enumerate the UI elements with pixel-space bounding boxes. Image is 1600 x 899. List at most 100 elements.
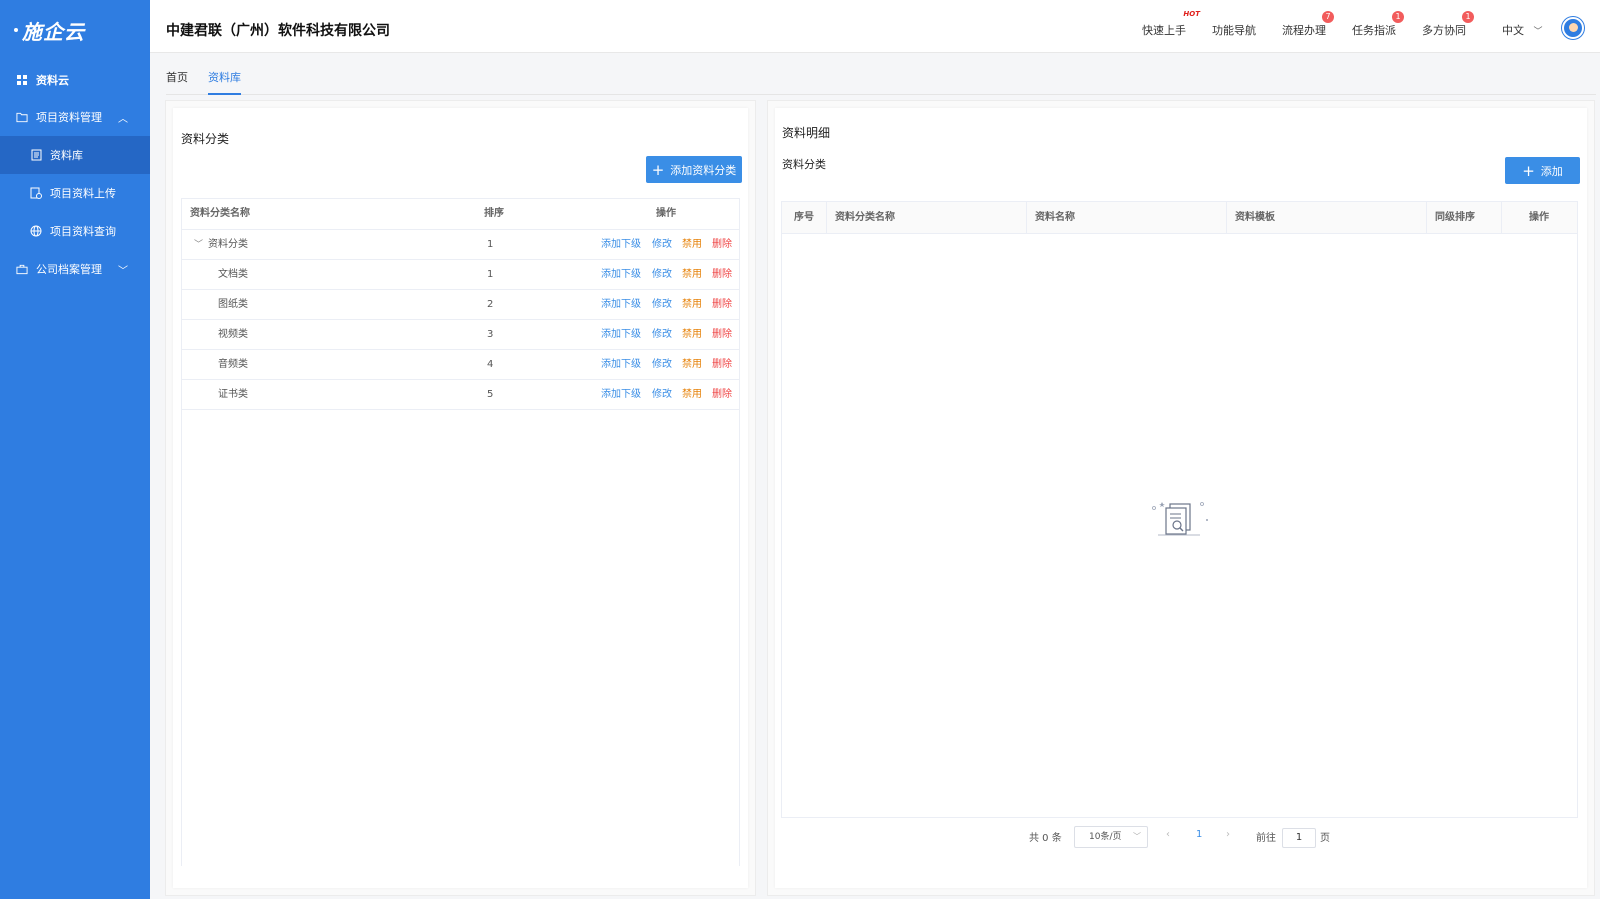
chevron-up-icon: ︿ xyxy=(118,113,128,125)
edit-link[interactable]: 修改 xyxy=(652,260,672,290)
add-child-link[interactable]: 添加下级 xyxy=(601,290,641,320)
table-row: ﹀ 资料分类 1 添加下级 修改 禁用 删除 xyxy=(182,230,739,260)
company-name: 中建君联（广州）软件科技有限公司 xyxy=(166,23,390,39)
add-button[interactable]: + 添加 xyxy=(1505,157,1580,184)
disable-link[interactable]: 禁用 xyxy=(682,260,702,290)
plus-icon: + xyxy=(1522,161,1535,180)
goto-page-input[interactable]: 1 xyxy=(1282,828,1316,848)
edit-link[interactable]: 修改 xyxy=(652,380,672,410)
add-child-link[interactable]: 添加下级 xyxy=(601,320,641,350)
sidebar-item-query[interactable]: 项目资料查询 xyxy=(0,212,150,250)
grid-icon xyxy=(16,74,28,86)
nav-quick-start[interactable]: 快速上手 HOT xyxy=(1142,10,1200,38)
nav-label: 任务指派 xyxy=(1352,24,1396,37)
next-page-icon[interactable]: › xyxy=(1226,829,1230,840)
language-label: 中文 xyxy=(1502,24,1524,37)
table-row: 图纸类 2 添加下级 修改 禁用 删除 xyxy=(182,290,739,320)
add-category-button[interactable]: + 添加资料分类 xyxy=(646,156,742,183)
disable-link[interactable]: 禁用 xyxy=(682,290,702,320)
sidebar-item-upload[interactable]: 项目资料上传 xyxy=(0,174,150,212)
nav-task-assign[interactable]: 任务指派 1 xyxy=(1352,11,1404,38)
sidebar-item-label: 公司档案管理 xyxy=(36,263,102,276)
sidebar-item-library[interactable]: 资料库 xyxy=(0,136,150,174)
document-icon xyxy=(30,149,42,161)
category-name: 音频类 xyxy=(218,359,248,370)
category-panel-title: 资料分类 xyxy=(181,132,230,146)
add-child-link[interactable]: 添加下级 xyxy=(601,260,641,290)
table-row: 视频类 3 添加下级 修改 禁用 删除 xyxy=(182,320,739,350)
edit-link[interactable]: 修改 xyxy=(652,320,672,350)
disable-link[interactable]: 禁用 xyxy=(682,230,702,260)
delete-link[interactable]: 删除 xyxy=(712,230,732,260)
delete-link[interactable]: 删除 xyxy=(712,290,732,320)
category-name: 视频类 xyxy=(218,329,248,340)
language-select[interactable]: 中文 ﹀ xyxy=(1502,22,1543,38)
category-name: 文档类 xyxy=(218,269,248,280)
logo[interactable]: 施企云 xyxy=(0,0,150,60)
page-suffix: 页 xyxy=(1320,833,1330,844)
tab-home[interactable]: 首页 xyxy=(166,69,188,95)
table-row: 音频类 4 添加下级 修改 禁用 删除 xyxy=(182,350,739,380)
category-order: 5 xyxy=(487,389,494,400)
page-size-select[interactable]: 10条/页 ﹀ xyxy=(1074,826,1148,848)
nav-collaboration[interactable]: 多方协同 1 xyxy=(1422,11,1474,38)
category-order: 1 xyxy=(487,239,494,250)
col-header: 操作 xyxy=(1529,212,1549,223)
category-order: 2 xyxy=(487,299,494,310)
chevron-down-icon: ﹀ xyxy=(118,265,128,277)
category-name: 图纸类 xyxy=(218,299,248,310)
col-header: 资料名称 xyxy=(1027,202,1227,234)
disable-link[interactable]: 禁用 xyxy=(682,320,702,350)
chevron-down-icon: ﹀ xyxy=(1533,27,1543,37)
folder-icon xyxy=(16,111,28,123)
count-badge: 1 xyxy=(1462,11,1474,23)
sidebar-item-company-archive[interactable]: 公司档案管理 ﹀ xyxy=(0,250,150,288)
col-header: 资料分类名称 xyxy=(827,202,1027,234)
add-child-link[interactable]: 添加下级 xyxy=(601,380,641,410)
tab-library[interactable]: 资料库 xyxy=(208,69,241,95)
sidebar-item-label: 项目资料管理 xyxy=(36,111,102,124)
disable-link[interactable]: 禁用 xyxy=(682,380,702,410)
add-child-link[interactable]: 添加下级 xyxy=(601,230,641,260)
delete-link[interactable]: 删除 xyxy=(712,320,732,350)
col-header: 同级排序 xyxy=(1427,202,1502,234)
tab-bar: 首页 资料库 xyxy=(166,69,1596,95)
button-label: 添加资料分类 xyxy=(670,163,737,177)
sidebar: 施企云 资料云 项目资料管理 ︿ 资料库 项目资料上传 项目资料查询 公司档案管… xyxy=(0,0,150,899)
category-order: 1 xyxy=(487,269,494,280)
logo-dot xyxy=(14,28,18,32)
delete-link[interactable]: 删除 xyxy=(712,380,732,410)
add-child-link[interactable]: 添加下级 xyxy=(601,350,641,380)
edit-link[interactable]: 修改 xyxy=(652,230,672,260)
col-header: 序号 xyxy=(782,202,827,234)
col-header: 排序 xyxy=(484,208,504,219)
col-header: 操作 xyxy=(656,208,676,219)
logo-text: 施企云 xyxy=(22,19,85,44)
chevron-down-icon: ﹀ xyxy=(1133,832,1141,841)
disable-link[interactable]: 禁用 xyxy=(682,350,702,380)
detail-panel-subtitle: 资料分类 xyxy=(782,158,826,171)
sidebar-item-label: 资料库 xyxy=(50,149,83,162)
category-table: 资料分类名称 排序 操作 ﹀ 资料分类 1 添加下级 修改 禁用 删除 文档类 1 添加下级 修改禁… xyxy=(181,198,740,866)
delete-link[interactable]: 删除 xyxy=(712,350,732,380)
prev-page-icon[interactable]: ‹ xyxy=(1166,829,1170,840)
table-body: ﹀ 资料分类 1 添加下级 修改 禁用 删除 文档类 1 添加下级 修改 禁用 删除 图纸类 2 添加下级 修改… xyxy=(182,230,739,410)
globe-icon xyxy=(30,225,42,237)
count-badge: 7 xyxy=(1322,11,1334,23)
edit-link[interactable]: 修改 xyxy=(652,350,672,380)
sidebar-item-cloud[interactable]: 资料云 xyxy=(0,62,150,98)
delete-link[interactable]: 删除 xyxy=(712,260,732,290)
table-row: 证书类 5 添加下级 修改 禁用 删除 xyxy=(182,380,739,410)
top-header: 中建君联（广州）软件科技有限公司 快速上手 HOT 功能导航 流程办理 7 任务… xyxy=(150,0,1600,53)
chevron-down-icon[interactable]: ﹀ xyxy=(194,230,203,260)
nav-function-guide[interactable]: 功能导航 xyxy=(1212,22,1256,38)
nav-workflow[interactable]: 流程办理 7 xyxy=(1282,11,1334,38)
page-number-current[interactable]: 1 xyxy=(1196,829,1202,840)
sidebar-item-project-docs[interactable]: 项目资料管理 ︿ xyxy=(0,98,150,136)
table-header: 序号 资料分类名称 资料名称 资料模板 同级排序 操作 xyxy=(782,202,1577,234)
briefcase-icon xyxy=(16,263,28,275)
count-badge: 1 xyxy=(1392,11,1404,23)
avatar[interactable] xyxy=(1562,17,1584,39)
edit-link[interactable]: 修改 xyxy=(652,290,672,320)
sidebar-item-label: 项目资料查询 xyxy=(50,225,116,238)
